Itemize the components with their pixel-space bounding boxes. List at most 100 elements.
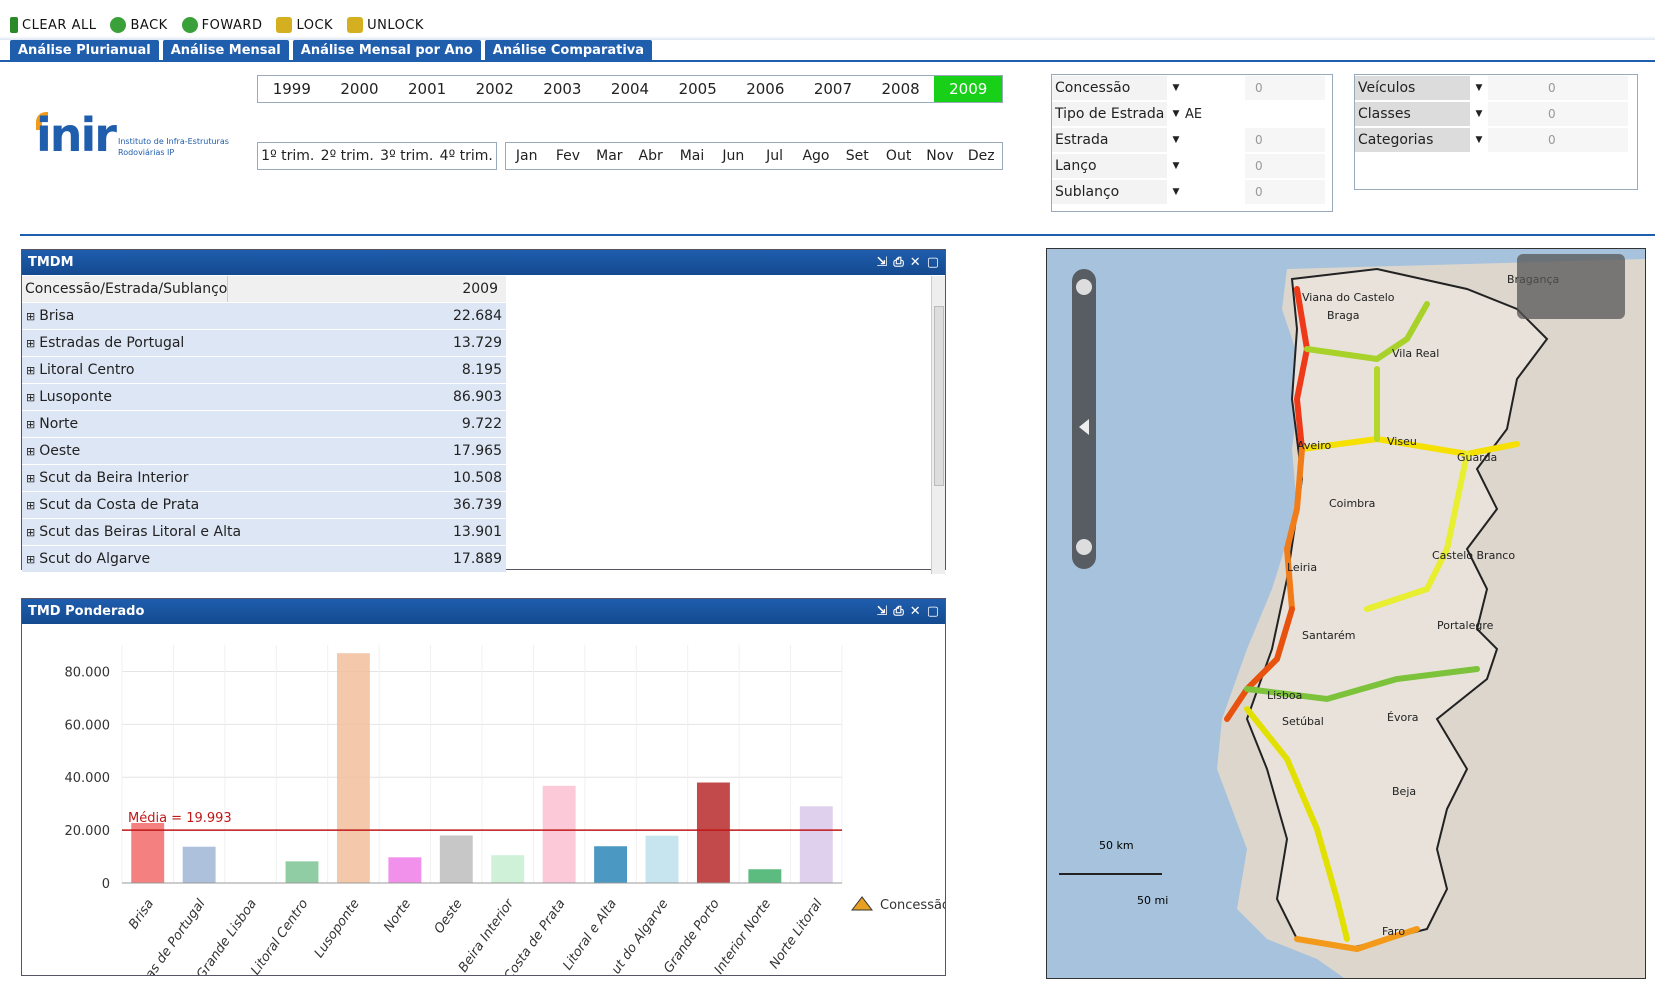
month-nov[interactable]: Nov bbox=[919, 143, 960, 169]
tab-comparativa[interactable]: Análise Comparativa bbox=[484, 40, 653, 61]
year-2003[interactable]: 2003 bbox=[529, 76, 597, 102]
table-row[interactable]: ⊞ Scut da Costa de Prata 36.739 bbox=[22, 492, 507, 519]
bar[interactable] bbox=[799, 806, 833, 883]
expand-icon[interactable]: ⊞ bbox=[26, 364, 35, 377]
quarter-4[interactable]: 4º trim. bbox=[437, 143, 497, 169]
year-2004[interactable]: 2004 bbox=[596, 76, 664, 102]
lock-button[interactable]: LOCK bbox=[276, 17, 333, 33]
year-2001[interactable]: 2001 bbox=[393, 76, 461, 102]
filter-concessao[interactable]: Concessão ▼ 0 bbox=[1052, 75, 1332, 101]
tab-mensal-por-ano[interactable]: Análise Mensal por Ano bbox=[292, 40, 481, 61]
bar[interactable] bbox=[388, 857, 422, 883]
back-button[interactable]: BACK bbox=[110, 17, 167, 33]
zoom-in-button[interactable] bbox=[1076, 279, 1092, 295]
bar[interactable] bbox=[491, 855, 525, 883]
table-row[interactable]: ⊞ Oeste 17.965 bbox=[22, 438, 507, 465]
excel-icon[interactable]: ✕ bbox=[910, 255, 921, 270]
table-row[interactable]: ⊞ Brisa 22.684 bbox=[22, 303, 507, 330]
export-icon[interactable]: ⇲ bbox=[876, 255, 887, 270]
bar[interactable] bbox=[748, 869, 782, 883]
dropdown-arrow-icon[interactable]: ▼ bbox=[1167, 109, 1185, 119]
month-out[interactable]: Out bbox=[878, 143, 919, 169]
year-2000[interactable]: 2000 bbox=[326, 76, 394, 102]
layer-switch-button[interactable] bbox=[1517, 254, 1625, 319]
quarter-2[interactable]: 2º trim. bbox=[318, 143, 378, 169]
expand-icon[interactable]: ⊞ bbox=[26, 526, 35, 539]
tab-mensal[interactable]: Análise Mensal bbox=[162, 40, 289, 61]
legend-label[interactable]: Concessão bbox=[880, 898, 945, 913]
sort-up-icon[interactable] bbox=[850, 896, 874, 911]
bar[interactable] bbox=[285, 861, 319, 883]
zoom-slider-track[interactable] bbox=[1072, 269, 1096, 569]
export-icon[interactable]: ⇲ bbox=[876, 604, 887, 619]
quarter-3[interactable]: 3º trim. bbox=[377, 143, 437, 169]
print-icon[interactable]: ⎙ bbox=[893, 255, 903, 270]
quarter-1[interactable]: 1º trim. bbox=[258, 143, 318, 169]
tab-plurianual[interactable]: Análise Plurianual bbox=[10, 40, 159, 61]
clear-all-button[interactable]: CLEAR ALL bbox=[10, 17, 96, 33]
table-row[interactable]: ⊞ Scut das Beiras Litoral e Alta 13.901 bbox=[22, 519, 507, 546]
excel-icon[interactable]: ✕ bbox=[910, 604, 921, 619]
print-icon[interactable]: ⎙ bbox=[893, 604, 903, 619]
filter-veiculos[interactable]: Veículos ▼ 0 bbox=[1355, 75, 1637, 101]
bar[interactable] bbox=[645, 835, 679, 883]
month-ago[interactable]: Ago bbox=[795, 143, 836, 169]
bar[interactable] bbox=[182, 846, 216, 883]
year-2009-selected[interactable]: 2009 bbox=[934, 76, 1003, 102]
table-row[interactable]: ⊞ Scut da Beira Interior 10.508 bbox=[22, 465, 507, 492]
unlock-button[interactable]: UNLOCK bbox=[347, 17, 424, 33]
filter-tipo-estrada[interactable]: Tipo de Estrada ▼ AE bbox=[1052, 101, 1332, 127]
dropdown-arrow-icon[interactable]: ▼ bbox=[1167, 187, 1185, 197]
year-2008[interactable]: 2008 bbox=[867, 76, 935, 102]
month-jul[interactable]: Jul bbox=[754, 143, 795, 169]
bar[interactable] bbox=[131, 823, 165, 883]
filter-classes[interactable]: Classes ▼ 0 bbox=[1355, 101, 1637, 127]
filter-lanco[interactable]: Lanço ▼ 0 bbox=[1052, 153, 1332, 179]
month-mai[interactable]: Mai bbox=[671, 143, 712, 169]
year-1999[interactable]: 1999 bbox=[258, 76, 326, 102]
year-2007[interactable]: 2007 bbox=[799, 76, 867, 102]
forward-button[interactable]: FOWARD bbox=[181, 17, 263, 33]
year-2002[interactable]: 2002 bbox=[461, 76, 529, 102]
year-2006[interactable]: 2006 bbox=[731, 76, 799, 102]
filter-sublanco[interactable]: Sublanço ▼ 0 bbox=[1052, 179, 1332, 205]
expand-icon[interactable]: ⊞ bbox=[26, 499, 35, 512]
table-row[interactable]: ⊞ Lusoponte 86.903 bbox=[22, 384, 507, 411]
month-jun[interactable]: Jun bbox=[713, 143, 754, 169]
expand-icon[interactable]: ⊞ bbox=[26, 472, 35, 485]
month-fev[interactable]: Fev bbox=[547, 143, 588, 169]
dropdown-arrow-icon[interactable]: ▼ bbox=[1470, 135, 1488, 145]
filter-estrada[interactable]: Estrada ▼ 0 bbox=[1052, 127, 1332, 153]
restore-icon[interactable]: ▢ bbox=[927, 604, 939, 619]
table-row[interactable]: ⊞ Norte 9.722 bbox=[22, 411, 507, 438]
bar[interactable] bbox=[336, 653, 370, 883]
month-dez[interactable]: Dez bbox=[961, 143, 1002, 169]
expand-icon[interactable]: ⊞ bbox=[26, 418, 35, 431]
expand-icon[interactable]: ⊞ bbox=[26, 553, 35, 566]
expand-icon[interactable]: ⊞ bbox=[26, 337, 35, 350]
dropdown-arrow-icon[interactable]: ▼ bbox=[1470, 109, 1488, 119]
dropdown-arrow-icon[interactable]: ▼ bbox=[1167, 83, 1185, 93]
table-row[interactable]: ⊞ Scut do Algarve 17.889 bbox=[22, 546, 507, 573]
column-header-concessao[interactable]: Concessão/Estrada/Sublanço bbox=[22, 276, 228, 302]
dropdown-arrow-icon[interactable]: ▼ bbox=[1167, 161, 1185, 171]
bar[interactable] bbox=[439, 835, 473, 883]
table-scrollbar[interactable] bbox=[931, 276, 945, 574]
table-row[interactable]: ⊞ Estradas de Portugal 13.729 bbox=[22, 330, 507, 357]
bar[interactable] bbox=[696, 782, 730, 883]
month-jan[interactable]: Jan bbox=[506, 143, 547, 169]
bar[interactable] bbox=[594, 846, 628, 883]
filter-categorias[interactable]: Categorias ▼ 0 bbox=[1355, 127, 1637, 153]
traffic-map[interactable]: Viana do Castelo Braga Bragança Vila Rea… bbox=[1046, 248, 1646, 979]
scrollbar-thumb[interactable] bbox=[934, 306, 944, 486]
expand-icon[interactable]: ⊞ bbox=[26, 391, 35, 404]
month-set[interactable]: Set bbox=[837, 143, 878, 169]
column-header-year[interactable]: 2009 bbox=[448, 276, 506, 302]
table-row[interactable]: ⊞ Litoral Centro 8.195 bbox=[22, 357, 507, 384]
dropdown-arrow-icon[interactable]: ▼ bbox=[1167, 135, 1185, 145]
dropdown-arrow-icon[interactable]: ▼ bbox=[1470, 83, 1488, 93]
bar[interactable] bbox=[542, 785, 576, 883]
month-abr[interactable]: Abr bbox=[630, 143, 671, 169]
zoom-out-button[interactable] bbox=[1076, 539, 1092, 555]
expand-icon[interactable]: ⊞ bbox=[26, 310, 35, 323]
